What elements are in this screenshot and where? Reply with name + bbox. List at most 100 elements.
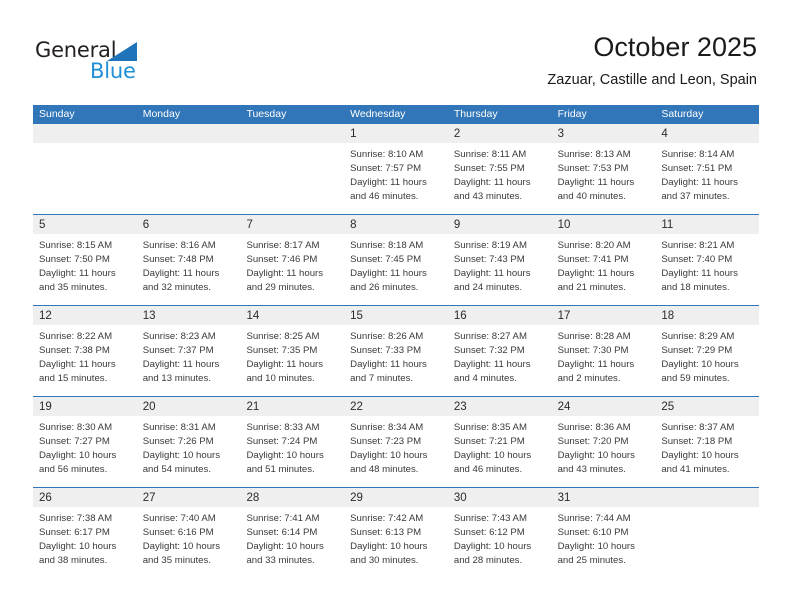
sunset-text: Sunset: 7:26 PM [142, 436, 214, 448]
day-number-band: 16 [447, 306, 552, 325]
day-number: 5 [39, 219, 46, 231]
sunrise-text: Sunrise: 7:44 AM [557, 513, 631, 524]
day-number-band [240, 124, 345, 143]
sunrise-text: Sunrise: 7:43 AM [453, 513, 527, 524]
day-cell: 1 Sunrise: 8:10 AM Sunset: 7:57 PM Daylight… [344, 124, 448, 214]
day-details [33, 143, 137, 148]
day-number-band [655, 488, 760, 507]
day-number-band: 26 [33, 488, 137, 507]
day-cell: 12 Sunrise: 8:22 AM Sunset: 7:38 PM Dayligh… [33, 306, 137, 396]
day-details: Sunrise: 8:30 AM Sunset: 7:27 PM Daylight:… [33, 416, 137, 477]
day-number: 20 [142, 401, 156, 413]
day-cell: 7 Sunrise: 8:17 AM Sunset: 7:46 PM Daylight… [240, 215, 345, 305]
day-cell: 21 Sunrise: 8:33 AM Sunset: 7:24 PM Dayligh… [240, 397, 345, 487]
day-number-band [33, 124, 137, 143]
sunset-text: Sunset: 7:27 PM [39, 436, 110, 448]
day-number: 19 [39, 401, 52, 413]
weekday-header-friday: Friday [557, 108, 587, 120]
day-cell: 13 Sunrise: 8:23 AM Sunset: 7:37 PM Dayligh… [136, 306, 241, 396]
weekday-header-row: Sunday Monday Tuesday Wednesday Thursday… [33, 105, 759, 124]
daylight-text-line1: Daylight: 10 hours [142, 541, 221, 553]
day-number-band: 2 [447, 124, 552, 143]
day-cell: 28 Sunrise: 7:41 AM Sunset: 6:14 PM Dayligh… [240, 488, 345, 578]
sunset-text: Sunset: 7:21 PM [453, 436, 525, 448]
week-row: 5 Sunrise: 8:15 AM Sunset: 7:50 PM Daylight… [33, 214, 760, 305]
daylight-text-line2: and 32 minutes. [142, 282, 211, 294]
calendar-page: General Blue October 2025 Zazuar, Castil… [0, 0, 792, 612]
day-cell: 9 Sunrise: 8:19 AM Sunset: 7:43 PM Daylight… [447, 215, 552, 305]
day-details: Sunrise: 7:44 AM Sunset: 6:10 PM Daylight:… [552, 507, 656, 568]
day-details: Sunrise: 7:38 AM Sunset: 6:17 PM Daylight:… [33, 507, 137, 568]
daylight-text-line1: Daylight: 10 hours [246, 450, 324, 462]
sunset-text: Sunset: 7:57 PM [350, 163, 422, 175]
logo-text-blue: Blue [90, 59, 136, 83]
calendar-grid: Sunday Monday Tuesday Wednesday Thursday… [33, 105, 760, 578]
weekday-header-saturday: Saturday [661, 108, 704, 120]
daylight-text-line2: and 51 minutes. [246, 464, 315, 476]
daylight-text-line2: and 26 minutes. [350, 282, 419, 294]
day-details: Sunrise: 8:14 AM Sunset: 7:51 PM Daylight:… [655, 143, 759, 204]
day-details: Sunrise: 8:35 AM Sunset: 7:21 PM Daylight:… [448, 416, 552, 477]
day-details: Sunrise: 7:42 AM Sunset: 6:13 PM Daylight:… [344, 507, 448, 568]
weekday-header-monday: Monday [142, 108, 181, 120]
day-number: 14 [246, 310, 260, 322]
day-details [240, 143, 344, 148]
sunrise-text: Sunrise: 8:35 AM [453, 422, 527, 433]
day-number-band: 23 [447, 397, 552, 416]
day-details: Sunrise: 8:11 AM Sunset: 7:55 PM Daylight:… [448, 143, 552, 204]
sunrise-text: Sunrise: 8:19 AM [453, 240, 527, 251]
daylight-text-line1: Daylight: 11 hours [350, 268, 427, 280]
daylight-text-line1: Daylight: 11 hours [246, 268, 324, 280]
day-number-band: 8 [344, 215, 448, 234]
daylight-text-line1: Daylight: 10 hours [557, 450, 635, 462]
sunset-text: Sunset: 7:32 PM [453, 345, 525, 357]
sunrise-text: Sunrise: 8:31 AM [142, 422, 216, 433]
sunset-text: Sunset: 7:30 PM [557, 345, 629, 357]
daylight-text-line1: Daylight: 11 hours [661, 268, 738, 280]
day-cell: 11 Sunrise: 8:21 AM Sunset: 7:40 PM Dayligh… [655, 215, 760, 305]
day-number: 16 [453, 310, 467, 322]
sunrise-text: Sunrise: 8:33 AM [246, 422, 320, 433]
day-number: 17 [557, 310, 571, 322]
day-details: Sunrise: 8:22 AM Sunset: 7:38 PM Daylight:… [33, 325, 137, 386]
daylight-text-line1: Daylight: 11 hours [453, 177, 531, 189]
day-number: 7 [246, 219, 253, 231]
sunset-text: Sunset: 7:43 PM [453, 254, 525, 266]
daylight-text-line1: Daylight: 10 hours [453, 450, 532, 462]
daylight-text-line2: and 15 minutes. [39, 373, 108, 385]
sunrise-text: Sunrise: 8:29 AM [661, 331, 735, 342]
sunset-text: Sunset: 6:14 PM [246, 527, 318, 539]
day-number-band: 31 [551, 488, 656, 507]
day-number-band [136, 124, 241, 143]
day-cell: 22 Sunrise: 8:34 AM Sunset: 7:23 PM Dayligh… [344, 397, 448, 487]
weeks-container: 1 Sunrise: 8:10 AM Sunset: 7:57 PM Daylight… [33, 124, 760, 578]
day-cell: 27 Sunrise: 7:40 AM Sunset: 6:16 PM Dayligh… [136, 488, 241, 578]
sunrise-text: Sunrise: 7:38 AM [39, 513, 113, 524]
sunset-text: Sunset: 7:46 PM [246, 254, 318, 266]
day-number: 6 [142, 219, 150, 231]
day-details: Sunrise: 8:37 AM Sunset: 7:18 PM Daylight:… [655, 416, 759, 477]
daylight-text-line2: and 41 minutes. [661, 464, 730, 476]
day-details: Sunrise: 8:13 AM Sunset: 7:53 PM Daylight:… [552, 143, 656, 204]
day-cell: 23 Sunrise: 8:35 AM Sunset: 7:21 PM Dayligh… [447, 397, 552, 487]
daylight-text-line1: Daylight: 11 hours [557, 359, 635, 371]
daylight-text-line2: and 37 minutes. [661, 191, 730, 203]
daylight-text-line1: Daylight: 10 hours [142, 450, 221, 462]
daylight-text-line2: and 30 minutes. [350, 555, 419, 567]
sunrise-text: Sunrise: 8:37 AM [661, 422, 735, 433]
day-number-band: 28 [240, 488, 345, 507]
day-details: Sunrise: 8:16 AM Sunset: 7:48 PM Daylight:… [137, 234, 241, 295]
day-number: 3 [557, 128, 564, 140]
day-details: Sunrise: 8:21 AM Sunset: 7:40 PM Daylight:… [655, 234, 759, 295]
sunrise-text: Sunrise: 8:21 AM [661, 240, 735, 251]
daylight-text-line2: and 2 minutes. [557, 373, 621, 385]
sunset-text: Sunset: 7:41 PM [557, 254, 629, 266]
week-row: 19 Sunrise: 8:30 AM Sunset: 7:27 PM Dayligh… [33, 396, 760, 487]
daylight-text-line2: and 56 minutes. [39, 464, 108, 476]
daylight-text-line2: and 40 minutes. [557, 191, 626, 203]
sunrise-text: Sunrise: 8:20 AM [557, 240, 631, 251]
sunset-text: Sunset: 7:48 PM [142, 254, 214, 266]
daylight-text-line2: and 18 minutes. [661, 282, 730, 294]
daylight-text-line2: and 59 minutes. [661, 373, 730, 385]
sunset-text: Sunset: 7:24 PM [246, 436, 318, 448]
